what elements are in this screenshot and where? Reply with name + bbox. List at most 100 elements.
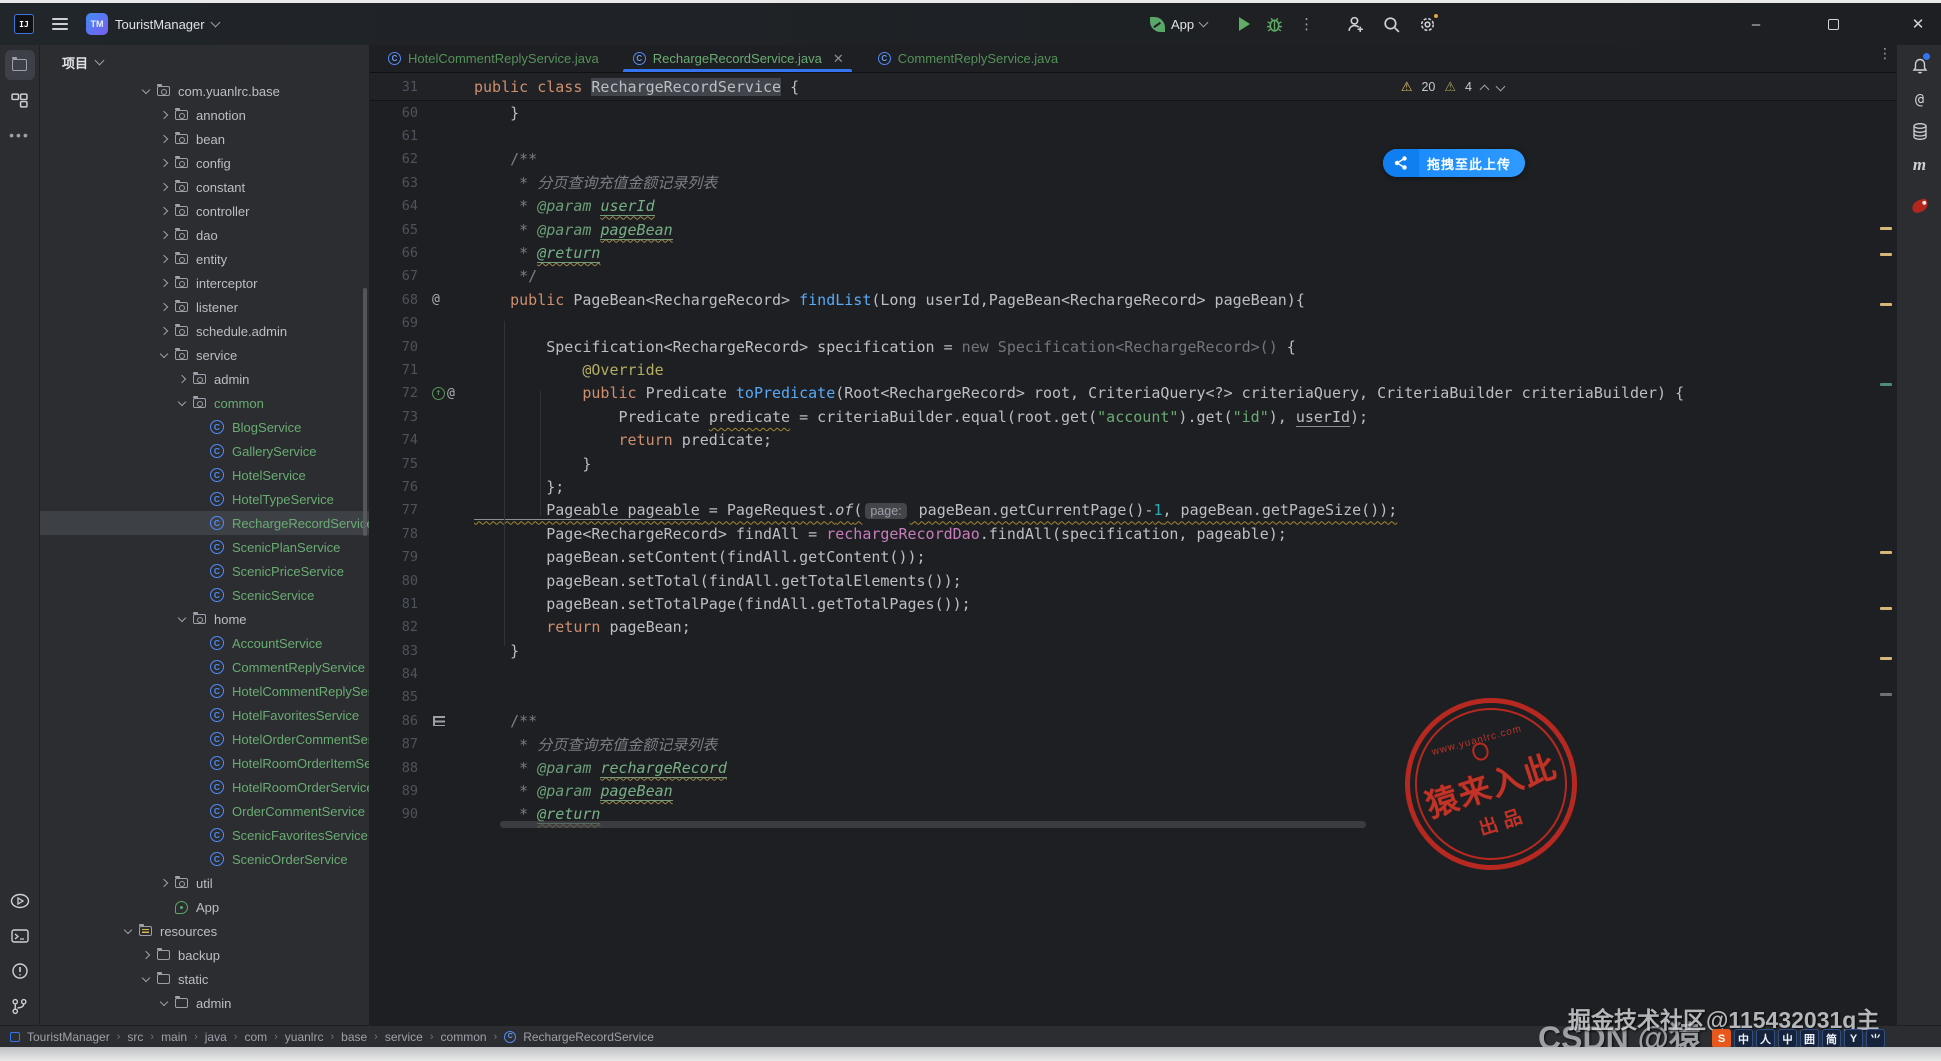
code-line-68[interactable]: 68 @ public PageBean<RechargeRecord> find… bbox=[370, 288, 1872, 311]
ime-key[interactable]: 囲 bbox=[1800, 1029, 1819, 1048]
tree-item-bean[interactable]: bean bbox=[40, 127, 369, 151]
chevron-right-icon[interactable] bbox=[156, 878, 172, 888]
stripe-mark[interactable] bbox=[1880, 253, 1892, 256]
code-line-83[interactable]: 83 } bbox=[370, 639, 1872, 662]
code-line-67[interactable]: 67 */ bbox=[370, 265, 1872, 288]
code-line-71[interactable]: 71 @Override bbox=[370, 358, 1872, 381]
tree-item-admin[interactable]: admin bbox=[40, 367, 369, 391]
tree-item-static[interactable]: static bbox=[40, 967, 369, 991]
code-line-79[interactable]: 79 pageBean.setContent(findAll.getConten… bbox=[370, 545, 1872, 568]
search-icon[interactable] bbox=[1382, 15, 1401, 34]
chevron-right-icon[interactable] bbox=[156, 110, 172, 120]
tree-item-HotelOrderCommentService[interactable]: C HotelOrderCommentService bbox=[40, 727, 369, 751]
tree-item-App[interactable]: App bbox=[40, 895, 369, 919]
breadcrumb-java[interactable]: java bbox=[205, 1030, 227, 1044]
prev-problem-icon[interactable] bbox=[1479, 84, 1490, 94]
tree-item-com.yuanlrc.base[interactable]: com.yuanlrc.base bbox=[40, 79, 369, 103]
breadcrumb-RechargeRecordService[interactable]: RechargeRecordService bbox=[523, 1030, 654, 1044]
chevron-down-icon[interactable] bbox=[174, 613, 190, 623]
stripe-mark[interactable] bbox=[1880, 657, 1892, 660]
code-line-64[interactable]: 64 * @param userId bbox=[370, 195, 1872, 218]
tree-item-HotelFavoritesService[interactable]: C HotelFavoritesService bbox=[40, 703, 369, 727]
code-line-70[interactable]: 70 Specification<RechargeRecord> specifi… bbox=[370, 335, 1872, 358]
tree-item-listener[interactable]: listener bbox=[40, 295, 369, 319]
ime-key[interactable]: S bbox=[1712, 1029, 1731, 1048]
code-line-72[interactable]: 72 ↑ @ public Predicate toPredicate(Root<R… bbox=[370, 382, 1872, 405]
tree-item-resources[interactable]: resources bbox=[40, 919, 369, 943]
code-line-80[interactable]: 80 pageBean.setTotal(findAll.getTotalEle… bbox=[370, 569, 1872, 592]
terminal-tool-icon[interactable] bbox=[5, 921, 35, 951]
stripe-mark[interactable] bbox=[1880, 607, 1892, 610]
project-tool-icon[interactable] bbox=[4, 50, 35, 80]
breadcrumb-service[interactable]: service bbox=[385, 1030, 423, 1044]
tree-item-controller[interactable]: controller bbox=[40, 199, 369, 223]
tree-item-HotelRoomOrderService[interactable]: C HotelRoomOrderService bbox=[40, 775, 369, 799]
tree-item-ScenicOrderService[interactable]: C ScenicOrderService bbox=[40, 847, 369, 871]
breadcrumb-TouristManager[interactable]: TouristManager bbox=[27, 1030, 110, 1044]
chevron-right-icon[interactable] bbox=[156, 278, 172, 288]
tree-item-AccountService[interactable]: C AccountService bbox=[40, 631, 369, 655]
tree-item-OrderCommentService[interactable]: C OrderCommentService bbox=[40, 799, 369, 823]
code-line-73[interactable]: 73 Predicate predicate = criteriaBuilder… bbox=[370, 405, 1872, 428]
ime-key[interactable]: Y bbox=[1844, 1029, 1863, 1048]
breadcrumb-yuanlrc[interactable]: yuanlrc bbox=[285, 1030, 324, 1044]
stripe-mark[interactable] bbox=[1880, 303, 1892, 306]
tree-item-RechargeRecordService[interactable]: C RechargeRecordService bbox=[40, 511, 369, 535]
chevron-down-icon[interactable] bbox=[156, 997, 172, 1007]
tree-item-ScenicPlanService[interactable]: C ScenicPlanService bbox=[40, 535, 369, 559]
chevron-right-icon[interactable] bbox=[156, 134, 172, 144]
horizontal-scrollbar[interactable] bbox=[500, 821, 1366, 828]
git-branch-icon[interactable] bbox=[5, 991, 35, 1021]
tree-item-CommentReplyService[interactable]: C CommentReplyService bbox=[40, 655, 369, 679]
code-line-65[interactable]: 65 * @param pageBean bbox=[370, 218, 1872, 241]
tree-item-GalleryService[interactable]: C GalleryService bbox=[40, 439, 369, 463]
breadcrumb-com[interactable]: com bbox=[244, 1030, 267, 1044]
tree-item-entity[interactable]: entity bbox=[40, 247, 369, 271]
tab-CommentReplyService.java[interactable]: C CommentReplyService.java bbox=[860, 45, 1074, 72]
close-button[interactable]: ✕ bbox=[1895, 3, 1941, 45]
debug-button[interactable] bbox=[1266, 16, 1283, 33]
code-line-84[interactable]: 84 bbox=[370, 662, 1872, 685]
code-line-76[interactable]: 76 }; bbox=[370, 475, 1872, 498]
tree-item-interceptor[interactable]: interceptor bbox=[40, 271, 369, 295]
tree-item-HotelService[interactable]: C HotelService bbox=[40, 463, 369, 487]
tree-item-admin[interactable]: admin bbox=[40, 991, 369, 1015]
tree-item-service[interactable]: service bbox=[40, 343, 369, 367]
notifications-bell-icon[interactable] bbox=[1897, 49, 1941, 82]
stripe-mark[interactable] bbox=[1880, 551, 1892, 554]
code-pane[interactable]: 60 } 61 62 /** 63 * 分页查询充值金额记录列表 64 * @param… bbox=[370, 101, 1872, 1025]
tree-item-BlogService[interactable]: C BlogService bbox=[40, 415, 369, 439]
tab-HotelCommentReplyService.java[interactable]: C HotelCommentReplyService.java bbox=[370, 45, 615, 72]
tree-item-config[interactable]: config bbox=[40, 151, 369, 175]
chevron-down-icon[interactable] bbox=[120, 925, 136, 935]
tree-item-HotelCommentReplyService[interactable]: C HotelCommentReplyService bbox=[40, 679, 369, 703]
tab-options-icon[interactable]: ⋮ bbox=[1878, 46, 1892, 60]
chevron-down-icon[interactable] bbox=[174, 397, 190, 407]
code-line-63[interactable]: 63 * 分页查询充值金额记录列表 bbox=[370, 171, 1872, 194]
chevron-down-icon[interactable] bbox=[94, 55, 105, 66]
code-line-87[interactable]: 87 * 分页查询充值金额记录列表 bbox=[370, 733, 1872, 756]
commit-tool-icon[interactable] bbox=[5, 85, 35, 115]
more-tool-windows-icon[interactable]: ••• bbox=[5, 120, 35, 150]
tree-item-util[interactable]: util bbox=[40, 871, 369, 895]
breadcrumb-common[interactable]: common bbox=[441, 1030, 487, 1044]
chevron-right-icon[interactable] bbox=[138, 950, 154, 960]
code-line-81[interactable]: 81 pageBean.setTotalPage(findAll.getTota… bbox=[370, 592, 1872, 615]
chevron-right-icon[interactable] bbox=[156, 302, 172, 312]
inspection-widget[interactable]: ⚠ 20 ⚠ 4 bbox=[1401, 73, 1506, 101]
stripe-mark[interactable] bbox=[1880, 693, 1892, 696]
chevron-down-icon[interactable] bbox=[138, 85, 154, 95]
database-icon[interactable] bbox=[1897, 115, 1941, 148]
chevron-right-icon[interactable] bbox=[156, 230, 172, 240]
tree-item-backup[interactable]: backup bbox=[40, 943, 369, 967]
maven-icon[interactable]: m bbox=[1897, 148, 1941, 181]
services-tool-icon[interactable] bbox=[5, 886, 35, 916]
plugin-red-icon[interactable] bbox=[1897, 189, 1941, 222]
code-line-62[interactable]: 62 /** bbox=[370, 148, 1872, 171]
maximize-button[interactable] bbox=[1810, 3, 1856, 45]
tree-item-HotelRoomOrderItemService[interactable]: C HotelRoomOrderItemService bbox=[40, 751, 369, 775]
minimize-button[interactable]: – bbox=[1733, 3, 1779, 45]
breadcrumb-src[interactable]: src bbox=[127, 1030, 143, 1044]
ime-key[interactable]: 简 bbox=[1822, 1029, 1841, 1048]
stripe-mark[interactable] bbox=[1880, 383, 1892, 386]
